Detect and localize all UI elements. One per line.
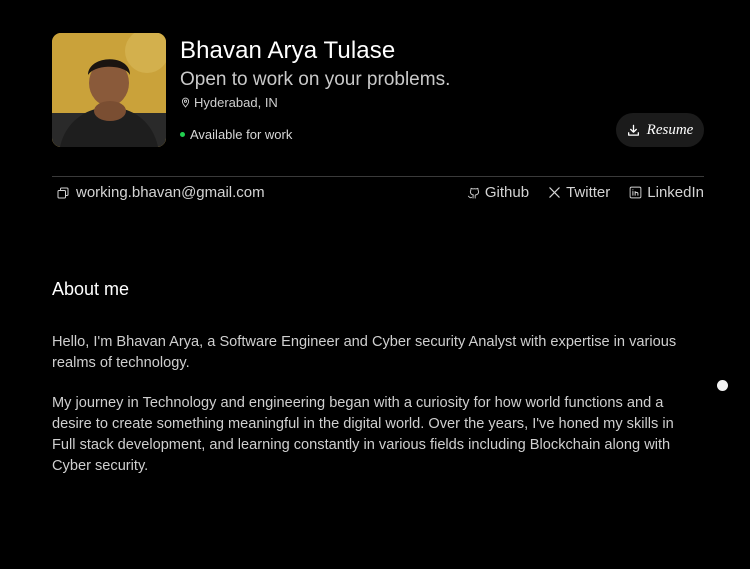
profile-location: Hyderabad, IN: [180, 95, 450, 110]
resume-label: Resume: [646, 121, 694, 138]
scroll-indicator[interactable]: [717, 380, 728, 391]
github-label: Github: [484, 184, 530, 201]
profile-page: Bhavan Arya Tulase Open to work on your …: [52, 33, 704, 474]
about-heading: About me: [52, 279, 130, 299]
linkedin-icon: [629, 186, 642, 199]
github-icon: [467, 187, 479, 199]
location-pin-icon: [181, 97, 190, 108]
download-icon: [627, 124, 639, 136]
header-divider: [52, 176, 704, 177]
x-icon: [549, 187, 560, 198]
avatar: [52, 33, 166, 147]
email-link[interactable]: working.bhavan@gmail.com: [57, 184, 265, 201]
linkedin-label: LinkedIn: [647, 184, 704, 201]
profile-tagline: Open to work on your problems.: [180, 69, 451, 90]
resume-button[interactable]: Resume: [616, 113, 704, 147]
availability-status: Available for work: [180, 127, 450, 142]
status-text: Available for work: [190, 127, 293, 142]
profile-info: Bhavan Arya Tulase Open to work on your …: [180, 33, 450, 142]
avatar-photo: [52, 33, 166, 147]
contact-row: working.bhavan@gmail.com Github Twitter: [52, 184, 704, 206]
status-dot-icon: [180, 132, 185, 137]
about-paragraph-journey: My journey in Technology and engineering…: [52, 395, 674, 474]
location-text: Hyderabad, IN: [194, 95, 278, 110]
github-link[interactable]: Github: [467, 184, 529, 201]
linkedin-link[interactable]: LinkedIn: [629, 184, 704, 201]
social-links: Github Twitter LinkedIn: [467, 184, 704, 201]
copy-icon: [57, 187, 69, 198]
email-text: working.bhavan@gmail.com: [76, 184, 265, 201]
profile-header: Bhavan Arya Tulase Open to work on your …: [52, 33, 704, 147]
twitter-link[interactable]: Twitter: [548, 184, 610, 201]
about-paragraph-intro: Hello, I'm Bhavan Arya, a Software Engin…: [52, 334, 677, 371]
profile-name: Bhavan Arya Tulase: [180, 37, 396, 64]
twitter-label: Twitter: [566, 184, 611, 201]
